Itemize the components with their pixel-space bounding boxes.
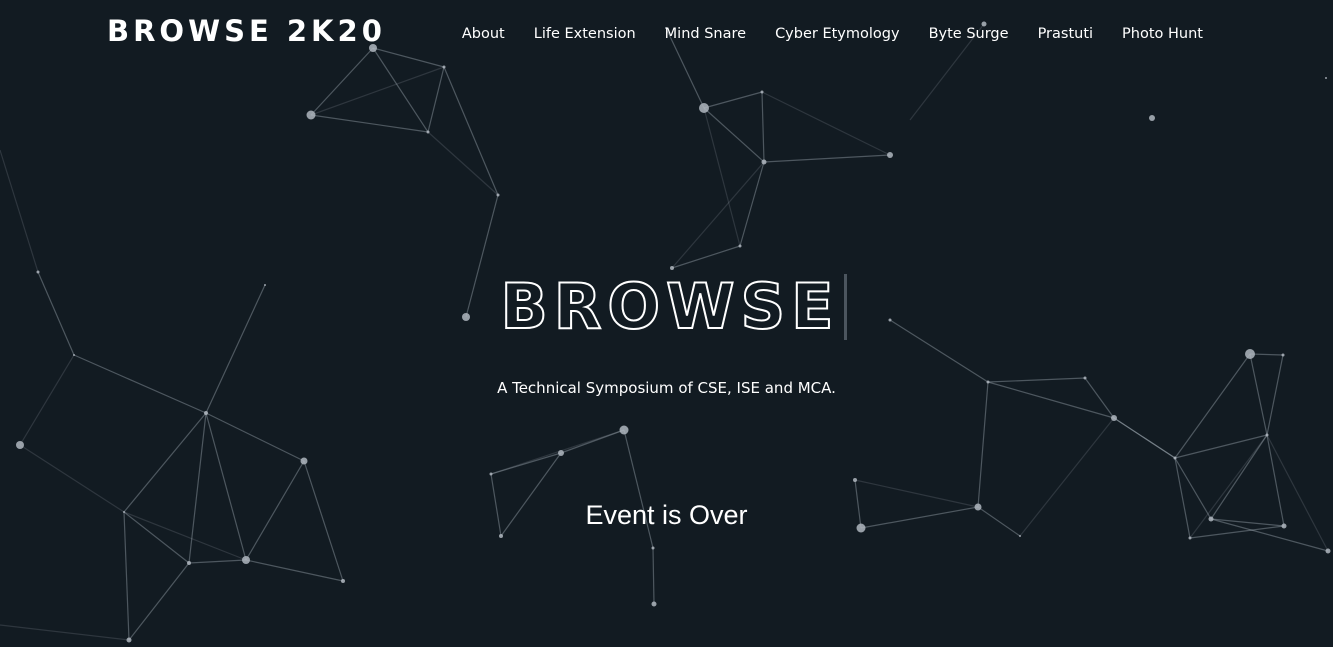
network-node [760, 90, 764, 94]
network-link [245, 559, 344, 582]
network-link [0, 624, 130, 641]
network-node [761, 159, 767, 165]
network-link [310, 114, 429, 133]
network-link [123, 511, 130, 641]
network-node [1325, 548, 1331, 554]
network-link [123, 412, 207, 513]
network-link [703, 91, 763, 109]
network-node [1245, 349, 1255, 359]
hero-tagline: A Technical Symposium of CSE, ISE and MC… [497, 379, 836, 397]
network-node [619, 425, 629, 435]
network-node [738, 244, 742, 248]
network-node [204, 411, 208, 415]
network-node [1149, 115, 1155, 121]
hero-title: BROWSE [499, 270, 840, 343]
network-link [977, 381, 989, 508]
network-node [1111, 415, 1117, 421]
network-node [1188, 536, 1192, 540]
network-node [242, 556, 250, 564]
network-node [699, 103, 709, 113]
network-node [426, 130, 430, 134]
nav-link-byte-surge[interactable]: Byte Surge [929, 24, 1009, 44]
nav-link-mind-snare[interactable]: Mind Snare [665, 24, 746, 44]
network-node [187, 561, 191, 565]
network-link [310, 47, 374, 116]
network-node [73, 354, 75, 356]
network-node [442, 65, 446, 69]
network-node [489, 472, 493, 476]
page: BROWSE 2K20 About Life Extension Mind Sn… [0, 0, 1333, 647]
network-node [496, 193, 500, 197]
network-node [341, 579, 345, 583]
network-node [306, 110, 316, 120]
network-link [763, 154, 891, 163]
network-node [126, 637, 132, 643]
nav-link-life-extension[interactable]: Life Extension [534, 24, 636, 44]
network-link [310, 66, 445, 116]
network-link [188, 559, 247, 564]
network-node [1173, 456, 1177, 460]
network-node [1265, 433, 1269, 437]
network-link [761, 91, 765, 163]
network-node [651, 546, 655, 550]
network-link [1266, 434, 1329, 552]
network-link [205, 412, 305, 462]
network-node [16, 441, 24, 449]
network-link [0, 149, 39, 273]
network-node [1019, 535, 1021, 537]
network-node [651, 601, 657, 607]
network-link [1113, 417, 1176, 459]
network-node [300, 457, 308, 465]
nav-link-prastuti[interactable]: Prastuti [1038, 24, 1093, 44]
network-link [490, 429, 625, 475]
nav-link-photo-hunt[interactable]: Photo Hunt [1122, 24, 1203, 44]
hero-title-container: BROWSE [0, 270, 1333, 343]
nav-link-cyber-etymology[interactable]: Cyber Etymology [775, 24, 900, 44]
network-link [739, 161, 765, 247]
network-node [1281, 353, 1285, 357]
network-node [853, 478, 857, 482]
network-link [427, 66, 445, 133]
network-link [761, 91, 891, 156]
network-link [443, 66, 499, 196]
network-link [128, 562, 190, 641]
network-link [19, 354, 75, 446]
network-link [703, 107, 765, 163]
main-nav: About Life Extension Mind Snare Cyber Et… [433, 24, 1203, 44]
network-node [887, 152, 893, 158]
typing-cursor [843, 274, 847, 340]
event-status: Event is Over [585, 500, 748, 530]
network-link [205, 412, 247, 561]
network-link [427, 131, 499, 196]
network-link [671, 161, 765, 269]
nav-link-about[interactable]: About [462, 24, 505, 44]
site-logo[interactable]: BROWSE 2K20 [107, 14, 386, 48]
network-node [558, 450, 564, 456]
network-node [499, 534, 503, 538]
network-node [1325, 77, 1327, 79]
network-link [652, 547, 655, 605]
